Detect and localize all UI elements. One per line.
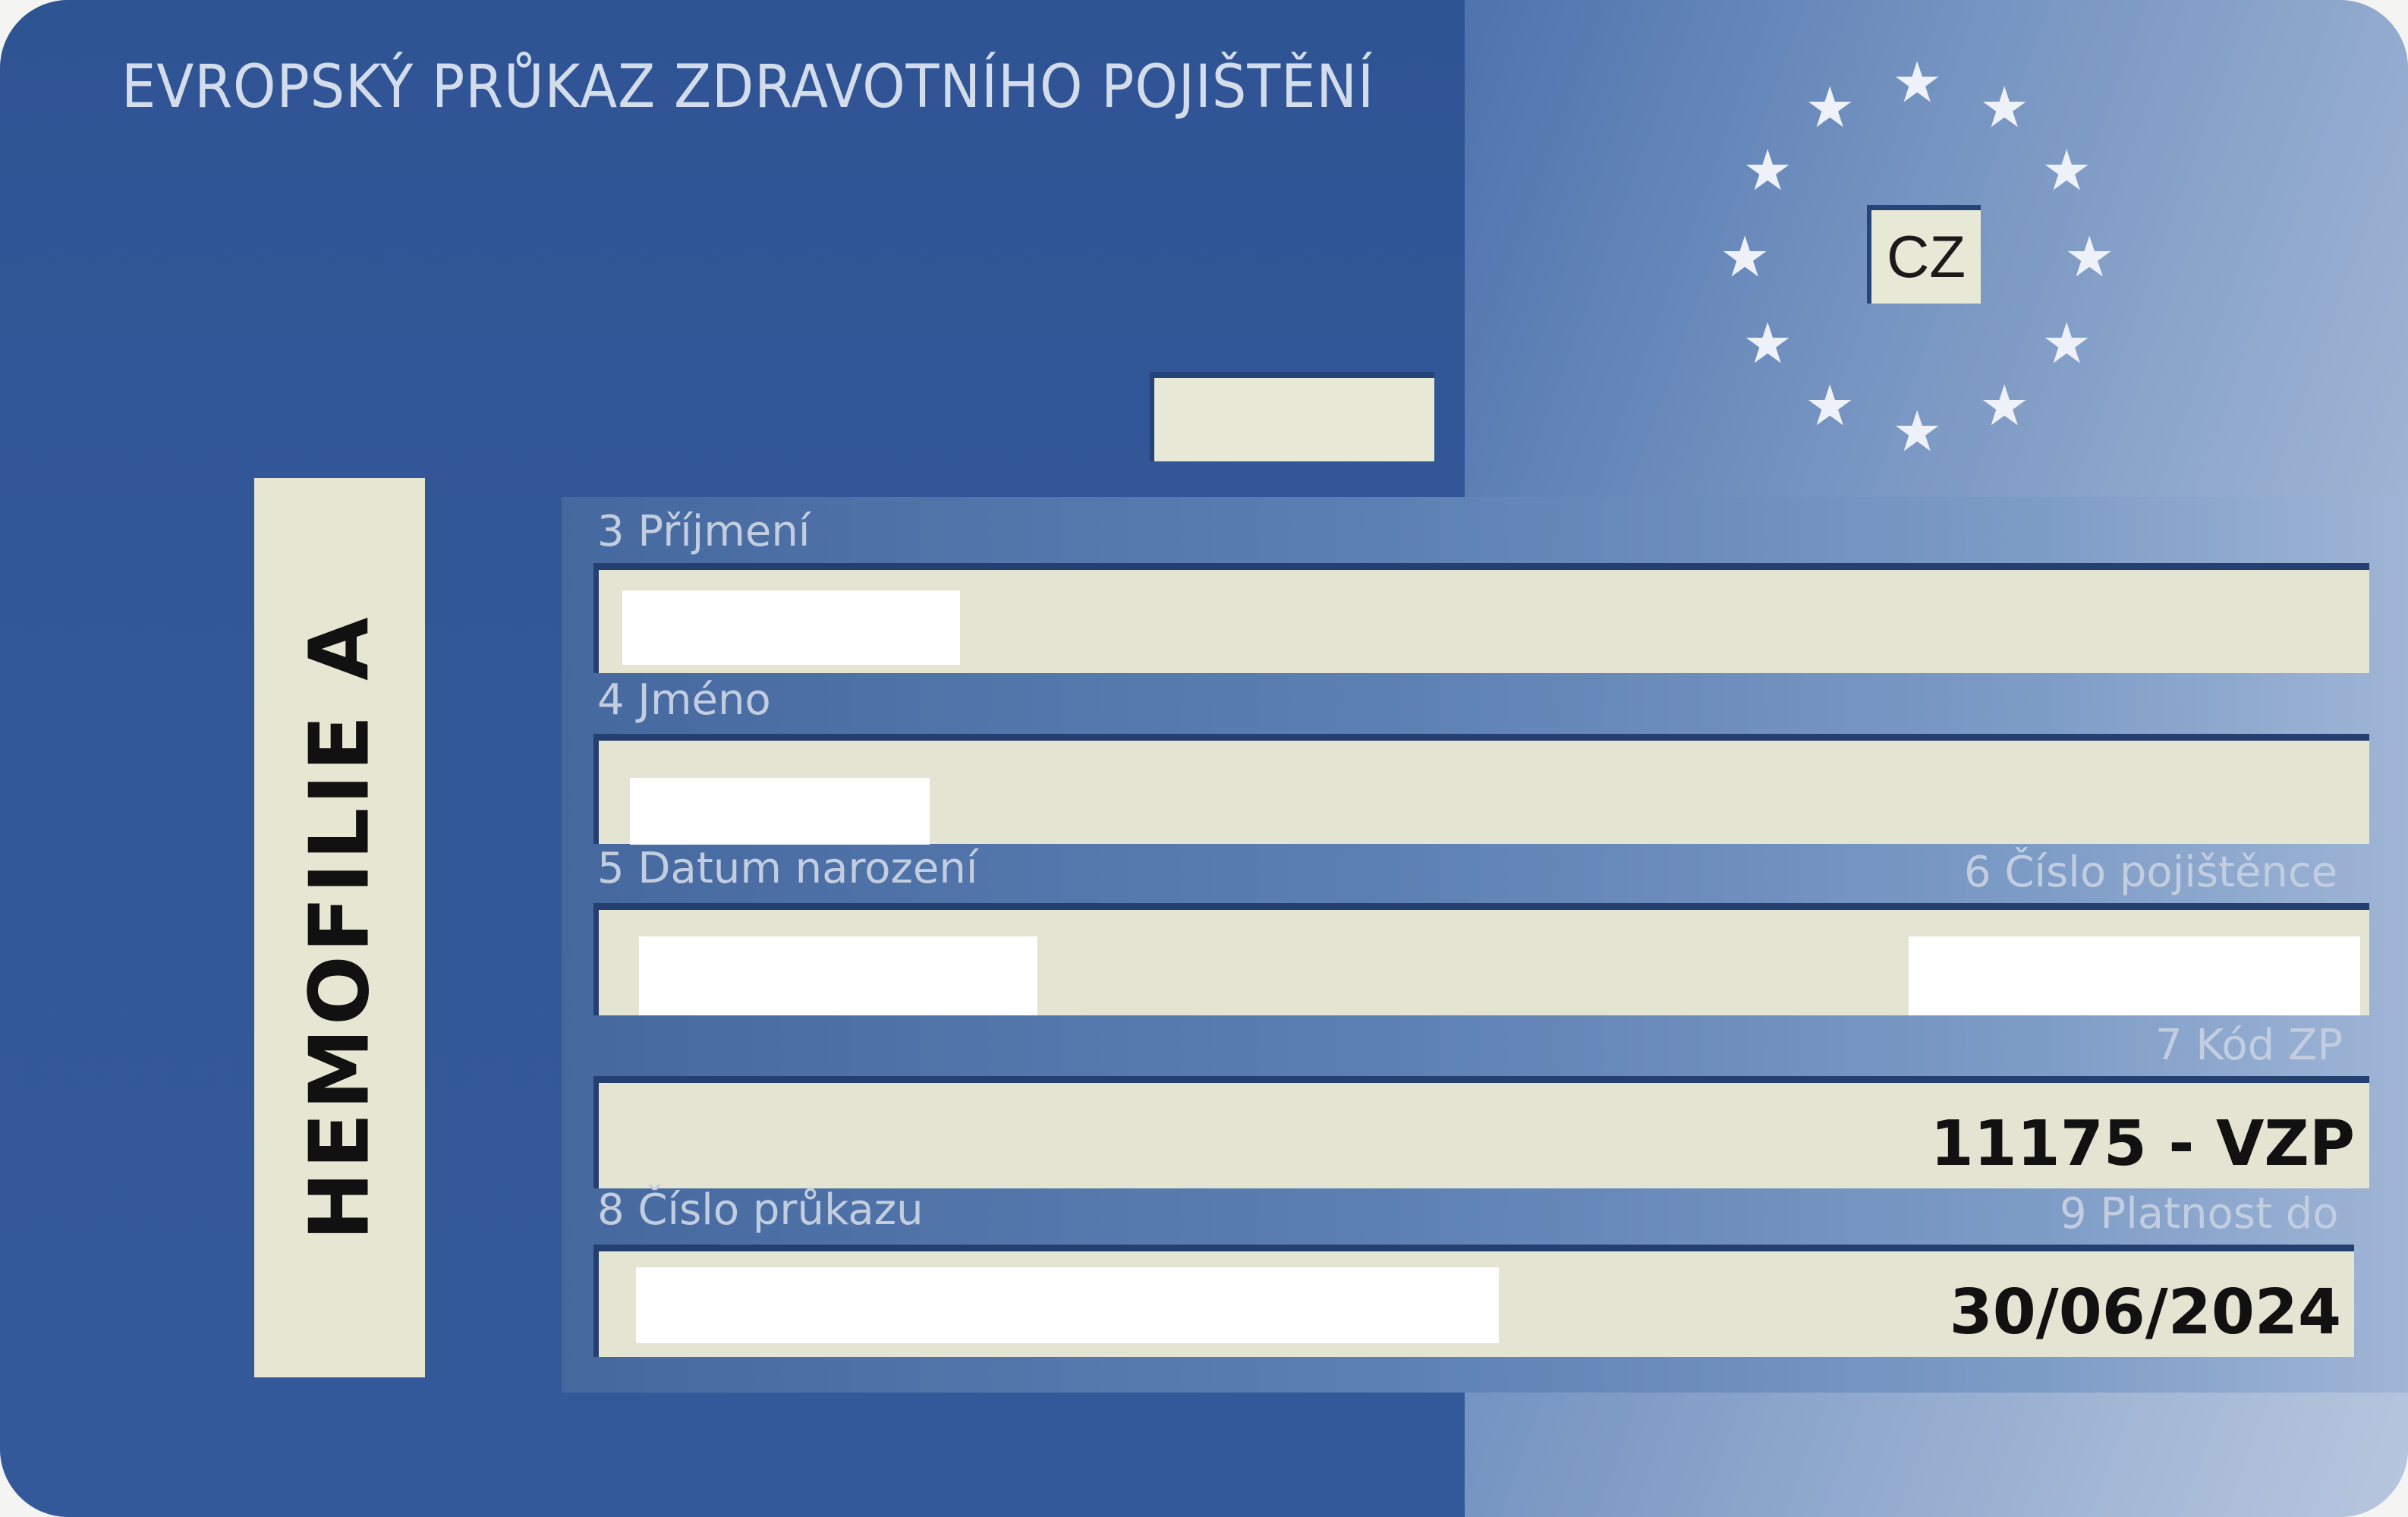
valid-until-label: 9 Platnost do <box>2060 1189 2339 1238</box>
card-title: EVROPSKÝ PRŮKAZ ZDRAVOTNÍHO POJIŠTĚNÍ <box>121 53 1375 121</box>
surname-label: 3 Příjmení <box>597 507 811 556</box>
eu-star-icon: ★ <box>1892 399 1943 464</box>
insurer-code-label: 7 Kód ZP <box>2155 1021 2343 1070</box>
eu-star-icon: ★ <box>1742 311 1793 376</box>
side-label: HEMOFILIE A <box>292 614 388 1241</box>
card-window <box>1150 372 1434 461</box>
eu-star-icon: ★ <box>1892 50 1943 115</box>
given-name-label: 4 Jméno <box>597 675 771 725</box>
surname-redaction <box>622 590 960 665</box>
eu-star-icon: ★ <box>2064 225 2115 290</box>
insured-number-label: 6 Číslo pojištěnce <box>1964 848 2338 897</box>
birth-date-label: 5 Datum narození <box>597 844 978 893</box>
eu-star-icon: ★ <box>1720 225 1771 290</box>
eu-star-icon: ★ <box>1805 75 1856 140</box>
valid-until-value: 30/06/2024 <box>1949 1276 2341 1349</box>
insurer-code-value: 11175 - VZP <box>1930 1108 2355 1180</box>
eu-star-icon: ★ <box>1979 373 2030 439</box>
country-code: CZ <box>1867 205 1981 304</box>
eu-star-icon: ★ <box>1805 373 1856 439</box>
eu-star-icon: ★ <box>2041 138 2092 203</box>
card-number-redaction <box>636 1267 1499 1343</box>
eu-star-icon: ★ <box>1979 75 2030 140</box>
eu-star-icon: ★ <box>2041 311 2092 376</box>
birth-date-redaction <box>639 936 1037 1015</box>
eu-star-icon: ★ <box>1742 138 1793 203</box>
given-name-redaction <box>630 778 930 845</box>
health-insurance-card: EVROPSKÝ PRŮKAZ ZDRAVOTNÍHO POJIŠTĚNÍ ★ … <box>0 0 2408 1517</box>
insured-number-redaction <box>1909 936 2360 1015</box>
card-number-label: 8 Číslo průkazu <box>597 1185 924 1235</box>
